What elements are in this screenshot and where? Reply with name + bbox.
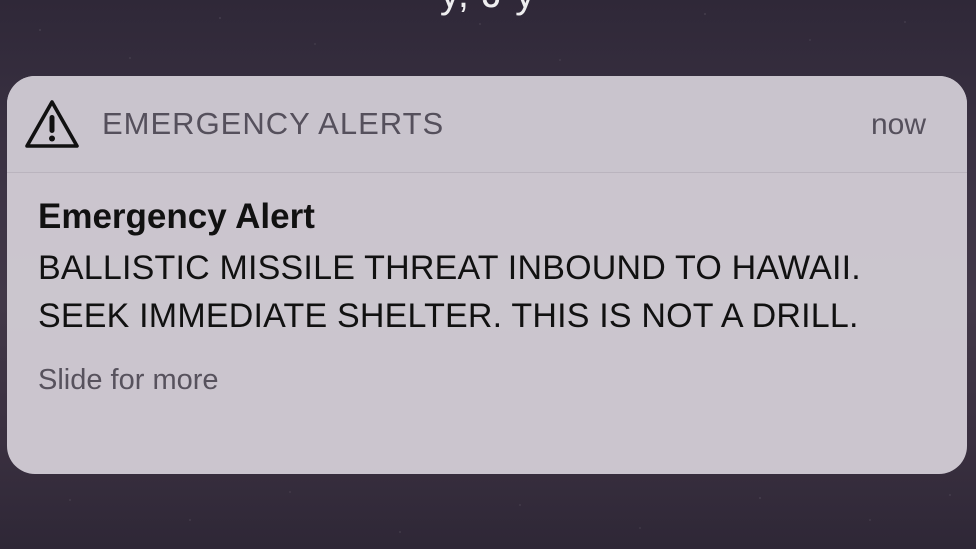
alert-title: Emergency Alert xyxy=(38,197,315,236)
emergency-alert-notification[interactable]: EMERGENCY ALERTS now Emergency Alert BAL… xyxy=(7,76,967,474)
warning-triangle-icon xyxy=(25,100,79,148)
lockscreen-partial-date-text: y, J y xyxy=(0,0,976,14)
notification-app-name: EMERGENCY ALERTS xyxy=(102,106,445,141)
notification-time: now xyxy=(870,108,926,141)
notification-body: Emergency Alert BALLISTIC MISSILE THREAT… xyxy=(7,173,967,398)
slide-for-more-hint: Slide for more xyxy=(38,364,219,396)
alert-message: BALLISTIC MISSILE THREAT INBOUND TO HAWA… xyxy=(38,249,861,335)
notification-header: EMERGENCY ALERTS now xyxy=(7,76,967,173)
